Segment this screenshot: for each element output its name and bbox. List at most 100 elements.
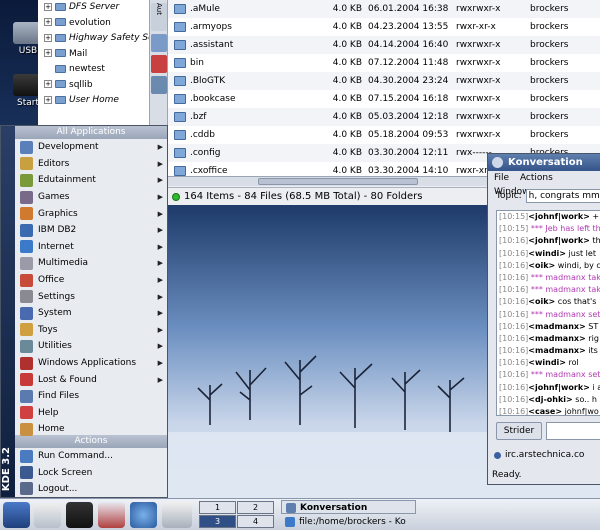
menu-item-graphics[interactable]: Graphics ▶: [15, 205, 167, 222]
autostart-tab[interactable]: Aut: [151, 3, 167, 31]
file-permissions: rwxrwxr-x: [456, 112, 501, 122]
file-date: 04.23.2004 13:55: [368, 22, 449, 32]
menu-item-office[interactable]: Office ▶: [15, 272, 167, 289]
expander-icon[interactable]: +: [44, 2, 52, 11]
folder-icon: [174, 148, 186, 158]
chat-message: *** madmanx tak: [528, 285, 600, 295]
file-row[interactable]: bin 4.0 KB 07.12.2004 11:48 rwxrwxr-x brocke…: [168, 54, 600, 72]
tree-item[interactable]: + evolution: [38, 16, 149, 32]
chat-nick[interactable]: <windi>: [528, 358, 566, 367]
tree-item[interactable]: newtest: [38, 62, 149, 78]
menu-item-ibm-db2[interactable]: IBM DB2 ▶: [15, 222, 167, 239]
file-date: 07.15.2004 16:18: [368, 94, 449, 104]
expander-icon[interactable]: +: [44, 80, 52, 88]
mail-icon[interactable]: [162, 502, 192, 528]
menu-item-settings[interactable]: Settings ▶: [15, 288, 167, 305]
expander-icon[interactable]: +: [44, 18, 52, 26]
chat-nick[interactable]: <oik>: [528, 297, 555, 306]
pager-desktop-3[interactable]: 3: [199, 515, 236, 528]
nick-button[interactable]: Strider: [496, 422, 542, 440]
expander-icon[interactable]: +: [44, 49, 52, 57]
file-permissions: rwxrwxr-x: [456, 4, 501, 14]
expander-icon[interactable]: +: [44, 33, 52, 42]
pager-desktop-1[interactable]: 1: [199, 501, 236, 514]
menu-item-label: Lost & Found: [38, 374, 97, 385]
menu-item-toys[interactable]: Toys ▶: [15, 322, 167, 339]
menu-item-games[interactable]: Games ▶: [15, 189, 167, 206]
chat-message: johnf|wo: [562, 407, 599, 416]
tree-item[interactable]: + Mail: [38, 47, 149, 63]
tree-item[interactable]: + sqllib: [38, 78, 149, 94]
file-list: .aMule 4.0 KB 06.01.2004 16:38 rwxrwxr-x bro…: [168, 0, 600, 176]
file-name: .bookcase: [190, 94, 236, 104]
chat-message: rol: [566, 358, 579, 368]
kmenu-button-icon[interactable]: [3, 502, 30, 528]
task-konqueror[interactable]: file:/home/brockers - Ko: [281, 515, 416, 529]
tree-item[interactable]: + User Home: [38, 93, 149, 109]
window-titlebar[interactable]: Konversation: [488, 154, 600, 171]
browser-icon[interactable]: [130, 502, 157, 528]
desktop-notes-icon[interactable]: [34, 502, 61, 528]
menu-item-logout[interactable]: Logout...: [15, 481, 167, 498]
message-input[interactable]: [546, 422, 600, 440]
menu-file[interactable]: File: [494, 173, 509, 183]
history-tab-icon[interactable]: [151, 76, 167, 94]
tree-item-label: newtest: [69, 64, 105, 74]
chat-nick[interactable]: <madmanx>: [528, 346, 585, 355]
menu-item-help[interactable]: Help: [15, 405, 167, 422]
file-row[interactable]: .bzf 4.0 KB 05.03.2004 12:18 rwxrwxr-x brock…: [168, 108, 600, 126]
services-tab-icon[interactable]: [151, 55, 167, 73]
menu-item-find-files[interactable]: Find Files: [15, 388, 167, 405]
menu-item-lost-found[interactable]: Lost & Found ▶: [15, 371, 167, 388]
chat-nick[interactable]: <johnf|work>: [528, 212, 590, 221]
chat-nick[interactable]: <madmanx>: [528, 334, 585, 343]
file-row[interactable]: .bookcase 4.0 KB 07.15.2004 16:18 rwxrwxr-x…: [168, 90, 600, 108]
menu-item-system[interactable]: System ▶: [15, 305, 167, 322]
chat-line: [10:16]<oik> cos that's: [497, 296, 600, 308]
task-konversation[interactable]: Konversation: [281, 500, 416, 514]
konqueror-icon[interactable]: [98, 502, 125, 528]
terminal-icon[interactable]: [66, 502, 93, 528]
menu-item-windows-applications[interactable]: Windows Applications ▶: [15, 355, 167, 372]
chat-nick[interactable]: <madmanx>: [528, 322, 585, 331]
file-row[interactable]: .aMule 4.0 KB 06.01.2004 16:38 rwxrwxr-x bro…: [168, 0, 600, 18]
menu-item-label: Development: [38, 142, 99, 153]
menu-item-run-command[interactable]: Run Command...: [15, 448, 167, 465]
chat-message: its: [585, 346, 598, 356]
menu-item-lock-screen[interactable]: Lock Screen: [15, 464, 167, 481]
pager-desktop-4[interactable]: 4: [237, 515, 274, 528]
menu-item-internet[interactable]: Internet ▶: [15, 239, 167, 256]
chat-nick[interactable]: <johnf|work>: [528, 383, 590, 392]
chat-nick[interactable]: <dj-ohki>: [528, 395, 572, 404]
scrollbar-thumb[interactable]: [258, 178, 418, 185]
expander-icon[interactable]: +: [44, 95, 52, 104]
menu-item-multimedia[interactable]: Multimedia ▶: [15, 255, 167, 272]
file-row[interactable]: .assistant 4.0 KB 04.14.2004 16:40 rwxrwxr-…: [168, 36, 600, 54]
file-row[interactable]: .cddb 4.0 KB 05.18.2004 09:53 rwxrwxr-x broc…: [168, 126, 600, 144]
lock-screen-icon: [20, 466, 33, 480]
file-row[interactable]: .armyops 4.0 KB 04.23.2004 13:55 rwxr-xr-x b…: [168, 18, 600, 36]
chat-message: rig: [585, 333, 599, 343]
chat-nick[interactable]: <oik>: [528, 261, 555, 270]
menu-item-development[interactable]: Development ▶: [15, 139, 167, 156]
topic-field[interactable]: [525, 189, 600, 203]
file-row[interactable]: .BloGTK 4.0 KB 04.30.2004 23:24 rwxrwxr-x br…: [168, 72, 600, 90]
menu-item-edutainment[interactable]: Edutainment ▶: [15, 172, 167, 189]
network-tab-icon[interactable]: [151, 34, 167, 52]
konversation-icon: [492, 157, 503, 168]
chat-nick[interactable]: <johnf|work>: [528, 236, 590, 245]
menu-item-home[interactable]: Home: [15, 421, 167, 438]
file-permissions: rwxrwxr-x: [456, 94, 501, 104]
menu-item-utilities[interactable]: Utilities ▶: [15, 338, 167, 355]
chat-nick[interactable]: <case>: [528, 407, 562, 415]
chat-nick[interactable]: <windi>: [528, 249, 566, 258]
menu-item-label: Find Files: [38, 391, 80, 402]
tree-item[interactable]: + DFS Server: [38, 0, 149, 16]
games-icon: [20, 190, 33, 204]
pager-desktop-2[interactable]: 2: [237, 501, 274, 514]
file-size: 4.0 KB: [332, 4, 362, 14]
tree-item[interactable]: + Highway Safety Sc: [38, 31, 149, 47]
menu-actions[interactable]: Actions: [520, 173, 553, 183]
menu-item-editors[interactable]: Editors ▶: [15, 156, 167, 173]
server-tab[interactable]: irc.arstechnica.co: [494, 450, 584, 460]
